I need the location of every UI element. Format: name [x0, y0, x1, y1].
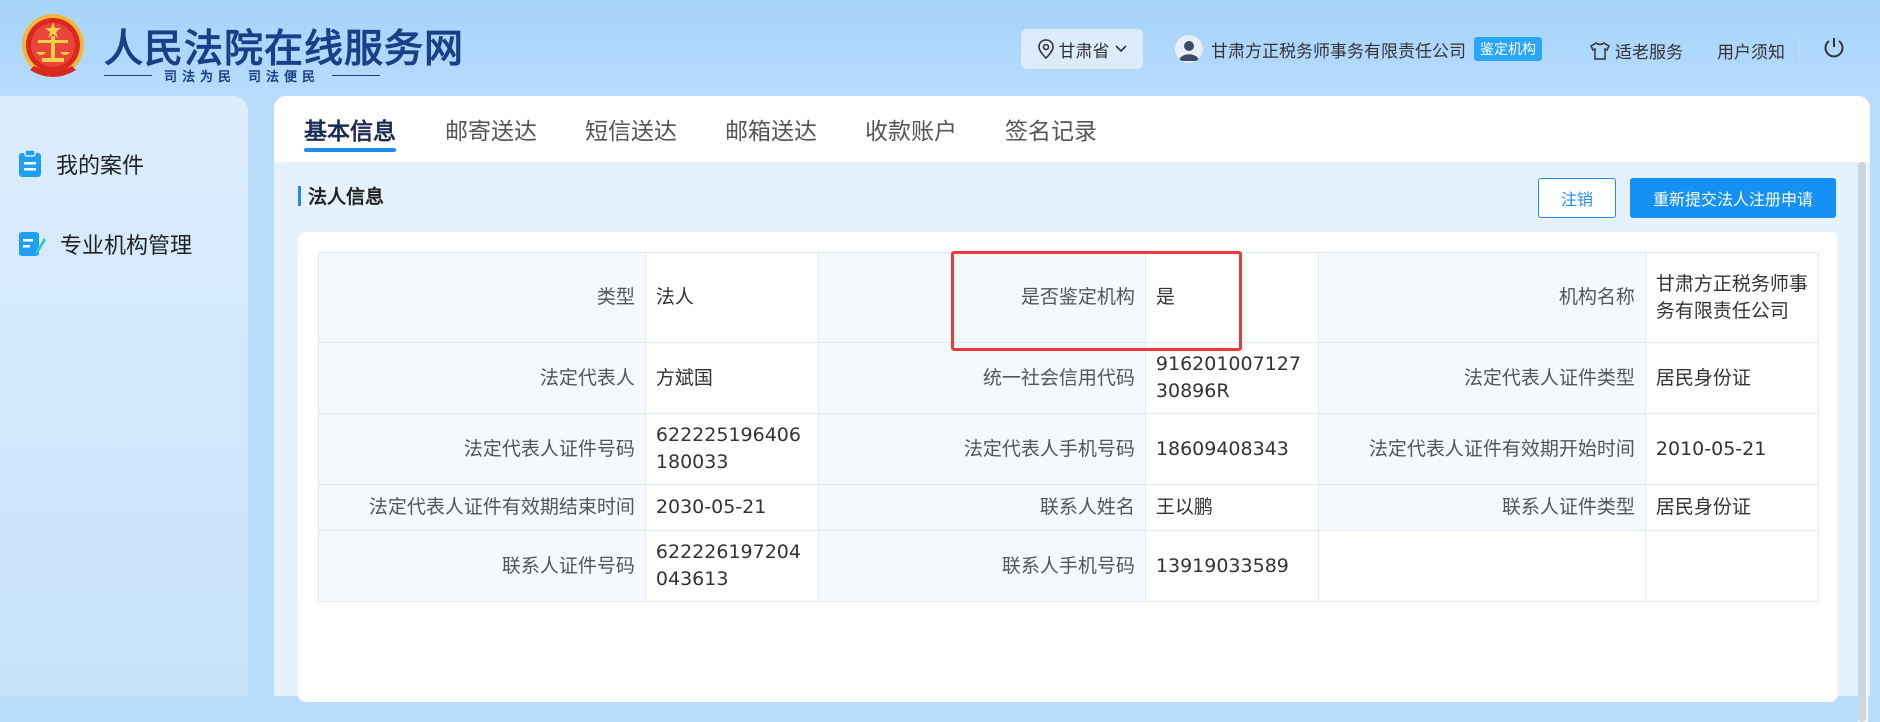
field-label: 法定代表人证件有效期结束时间: [318, 484, 646, 531]
table-row: 类型 法人 是否鉴定机构是机构名称 甘肃方正税务师事务有限责任公司: [318, 252, 1820, 343]
slogan-line-right: [332, 75, 381, 76]
field-label: 联系人姓名: [817, 484, 1146, 531]
legal-entity-info-table: 类型 法人 是否鉴定机构是机构名称 甘肃方正税务师事务有限责任公司 法定代表人 方斌国 统一…: [318, 252, 1820, 602]
chevron-down-icon: [1114, 45, 1127, 53]
cancel-registration-button[interactable]: 注销: [1538, 178, 1616, 218]
field-value: [1644, 530, 1820, 602]
field-label: 机构名称: [1317, 252, 1646, 343]
sidebar-item-label: 我的案件: [56, 154, 145, 179]
field-value: 居民身份证: [1644, 484, 1820, 531]
header-divider: [1799, 36, 1800, 62]
sidebar-item-institution-management[interactable]: 专业机构管理: [18, 228, 192, 260]
tab-signature-records[interactable]: 签名记录: [1005, 112, 1097, 152]
table-row: 法定代表人证件号码 622225196406180033 法定代表人手机号码 1860…: [318, 413, 1820, 485]
field-value: 居民身份证: [1644, 342, 1820, 414]
location-pin-icon: [1037, 39, 1054, 59]
tab-basic-info[interactable]: 基本信息: [304, 112, 396, 152]
clipboard-icon: [19, 150, 41, 177]
top-header: 人民法院在线服务网 司法为民 司法便民 甘肃省 甘肃方正税务师事务有限责任公司 …: [0, 0, 1880, 96]
table-row: 联系人证件号码 622226197204043613 联系人手机号码 13919033…: [318, 530, 1820, 602]
avatar: [1175, 35, 1203, 63]
field-label: 法定代表人: [318, 342, 646, 414]
table-row: 法定代表人证件有效期结束时间 2030-05-21 联系人姓名 王以鹏 联系人证件类型居…: [318, 484, 1820, 531]
field-value: 622225196406180033: [644, 413, 819, 485]
power-icon[interactable]: [1822, 36, 1846, 60]
sidebar: 我的案件 专业机构管理: [0, 96, 248, 696]
field-label: 法定代表人证件号码: [318, 413, 646, 485]
tab-email-delivery[interactable]: 邮箱送达: [725, 112, 817, 152]
field-label: 是否鉴定机构: [817, 252, 1146, 343]
field-value: 王以鹏: [1144, 484, 1319, 531]
field-label: [1317, 530, 1646, 602]
shirt-icon: [1590, 41, 1610, 60]
slogan-text-1: 司法为民: [164, 70, 237, 85]
sidebar-item-my-cases[interactable]: 我的案件: [18, 148, 144, 180]
slogan: 司法为民 司法便民: [104, 66, 381, 85]
field-label: 类型: [318, 252, 646, 343]
field-label: 法定代表人手机号码: [817, 413, 1146, 485]
court-emblem-logo: [22, 14, 84, 77]
sidebar-item-label: 专业机构管理: [60, 234, 193, 259]
slogan-line-left: [104, 75, 152, 76]
tab-payment-account[interactable]: 收款账户: [865, 112, 957, 152]
region-label: 甘肃省: [1058, 41, 1110, 62]
tab-mail-delivery[interactable]: 邮寄送达: [445, 112, 537, 152]
slogan-text-2: 司法便民: [248, 70, 321, 85]
section-accent-bar: [298, 186, 301, 206]
field-value: 13919033589: [1144, 530, 1319, 602]
field-value: 91620100712730896R: [1144, 342, 1319, 414]
tab-bar: 基本信息 邮寄送达 短信送达 邮箱送达 收款账户 签名记录: [274, 96, 1870, 162]
field-value: 2010-05-21: [1644, 413, 1820, 485]
role-badge: 鉴定机构: [1474, 37, 1542, 61]
tab-sms-delivery[interactable]: 短信送达: [585, 112, 677, 152]
field-value: 法人: [644, 252, 819, 343]
field-value: 2030-05-21: [644, 484, 819, 531]
main-panel: 基本信息 邮寄送达 短信送达 邮箱送达 收款账户 签名记录 法人信息 注销 重新…: [274, 96, 1870, 722]
elderly-service-label: 适老服务: [1615, 43, 1683, 63]
field-label: 联系人手机号码: [817, 530, 1146, 602]
section-title: 法人信息: [308, 186, 385, 208]
info-card: 类型 法人 是否鉴定机构是机构名称 甘肃方正税务师事务有限责任公司 法定代表人 方斌国 统一…: [298, 232, 1838, 702]
field-label: 法定代表人证件类型: [1317, 342, 1646, 414]
field-label: 法定代表人证件有效期开始时间: [1317, 413, 1646, 485]
user-avatar-icon: [1179, 41, 1199, 61]
field-value: 18609408343: [1144, 413, 1319, 485]
scrollbar-thumb[interactable]: [1858, 162, 1866, 722]
user-info[interactable]: 甘肃方正税务师事务有限责任公司 鉴定机构: [1175, 35, 1542, 63]
user-notice-label: 用户须知: [1717, 43, 1785, 63]
field-value: 方斌国: [644, 342, 819, 414]
field-value: 是: [1144, 252, 1319, 343]
field-label: 联系人证件号码: [318, 530, 646, 602]
resubmit-registration-button[interactable]: 重新提交法人注册申请: [1630, 178, 1836, 218]
user-notice-link[interactable]: 用户须知: [1717, 38, 1785, 63]
elderly-service-link[interactable]: 适老服务: [1590, 38, 1683, 63]
field-label: 统一社会信用代码: [817, 342, 1146, 414]
edit-doc-icon: [19, 232, 46, 256]
user-name: 甘肃方正税务师事务有限责任公司: [1211, 41, 1466, 62]
field-label: 联系人证件类型: [1317, 484, 1646, 531]
field-value: 甘肃方正税务师事务有限责任公司: [1644, 252, 1820, 343]
field-value: 622226197204043613: [644, 530, 819, 602]
region-select[interactable]: 甘肃省: [1021, 29, 1143, 69]
table-row: 法定代表人 方斌国 统一社会信用代码 91620100712730896R 法定代表人证…: [318, 342, 1820, 414]
section-header: 法人信息 注销 重新提交法人注册申请: [298, 176, 1838, 228]
